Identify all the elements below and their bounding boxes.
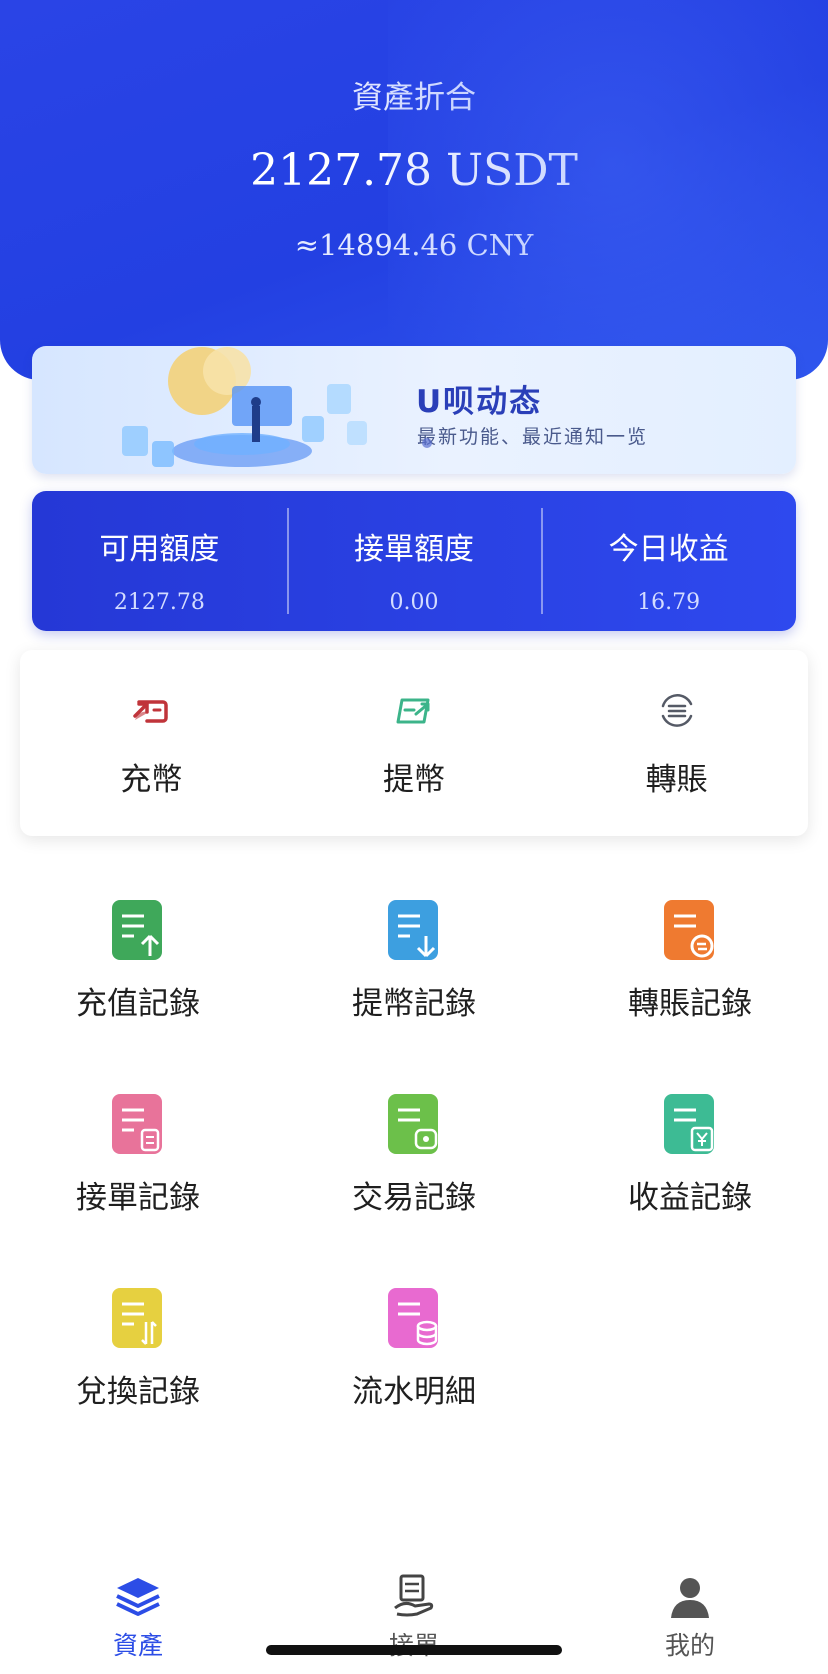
grid-item-label: 接單記錄 [76, 1180, 200, 1216]
earnings-record-icon [664, 1094, 714, 1154]
banner-page-indicator [422, 438, 432, 448]
withdraw-button[interactable]: 提幣 [283, 650, 546, 836]
profile-icon [671, 1578, 709, 1618]
stat-label: 接單額度 [354, 532, 474, 567]
transfer-record-icon [664, 900, 714, 960]
stat-label: 今日收益 [608, 532, 729, 567]
nav-label: 我的 [664, 1631, 715, 1660]
bottom-nav: 資產 接單 我的 [0, 1548, 828, 1674]
stat-today-earnings: 今日收益 16.79 [541, 506, 796, 616]
orders-icon [394, 1574, 434, 1617]
home-indicator [266, 1645, 562, 1655]
deposit-label: 充幣 [120, 762, 183, 798]
balance-stats-bar: 可用額度 2127.78 接單額度 0.00 今日收益 16.79 [32, 491, 796, 631]
stat-label: 可用額度 [99, 532, 220, 567]
transfer-label: 轉賬 [645, 762, 708, 798]
grid-item-label: 流水明細 [352, 1374, 476, 1410]
deposit-button[interactable]: 充幣 [20, 650, 283, 836]
trade-record-item[interactable]: 交易記錄 [276, 1092, 552, 1217]
grid-item-label: 轉賬記錄 [628, 986, 752, 1022]
nav-label: 資產 [112, 1631, 163, 1660]
grid-item-label: 兌換記錄 [76, 1374, 200, 1410]
stat-value: 2127.78 [113, 590, 205, 615]
order-record-icon [112, 1094, 162, 1154]
transfer-record-item[interactable]: 轉賬記錄 [552, 898, 828, 1023]
news-banner[interactable]: U呗动态 最新功能、最近通知一览 [32, 346, 796, 474]
asset-total-title: 資產折合 [352, 80, 476, 116]
grid-item-label: 收益記錄 [628, 1180, 752, 1216]
asset-total-usdt: 2127.78 USDT [250, 145, 578, 196]
nav-item-orders[interactable]: 接單 [276, 1548, 552, 1674]
exchange-record-icon [112, 1288, 162, 1348]
assets-layers-icon [116, 1578, 160, 1616]
grid-item-label: 提幣記錄 [352, 986, 476, 1022]
exchange-record-item[interactable]: 兌換記錄 [0, 1286, 276, 1411]
stat-available-quota: 可用額度 2127.78 [32, 506, 287, 616]
withdraw-icon [396, 698, 430, 724]
nav-item-assets[interactable]: 資產 [0, 1548, 276, 1674]
nav-label: 接單 [276, 1626, 552, 1662]
stat-order-quota: 接單額度 0.00 [286, 506, 542, 616]
deposit-record-item[interactable]: 充值記錄 [0, 898, 276, 1023]
stat-value: 0.00 [389, 590, 439, 615]
trade-record-icon [388, 1094, 438, 1154]
withdraw-label: 提幣 [383, 762, 445, 798]
deposit-icon [133, 700, 169, 723]
order-record-item[interactable]: 接單記錄 [0, 1092, 276, 1217]
banner-title: U呗动态 [416, 384, 543, 420]
grid-item-label: 充值記錄 [76, 986, 200, 1022]
withdraw-record-item[interactable]: 提幣記錄 [276, 898, 552, 1023]
ledger-detail-icon [388, 1288, 438, 1348]
asset-total-cny: ≈14894.46 CNY [294, 228, 534, 262]
banner-illustration-icon [122, 347, 367, 467]
asset-summary-header: 資產折合 2127.78 USDT ≈14894.46 CNY [0, 0, 828, 380]
transfer-button[interactable]: 轉賬 [545, 650, 808, 836]
transfer-icon [661, 694, 692, 727]
earnings-record-item[interactable]: 收益記錄 [552, 1092, 828, 1217]
stat-value: 16.79 [637, 590, 701, 615]
withdraw-record-icon [388, 900, 438, 960]
ledger-detail-item[interactable]: 流水明細 [276, 1286, 552, 1411]
banner-subtitle: 最新功能、最近通知一览 [417, 426, 649, 448]
deposit-record-icon [112, 900, 162, 960]
quick-actions-card: 充幣 提幣 轉賬 [20, 650, 808, 836]
nav-item-profile[interactable]: 我的 [552, 1548, 828, 1674]
grid-item-label: 交易記錄 [352, 1180, 476, 1216]
